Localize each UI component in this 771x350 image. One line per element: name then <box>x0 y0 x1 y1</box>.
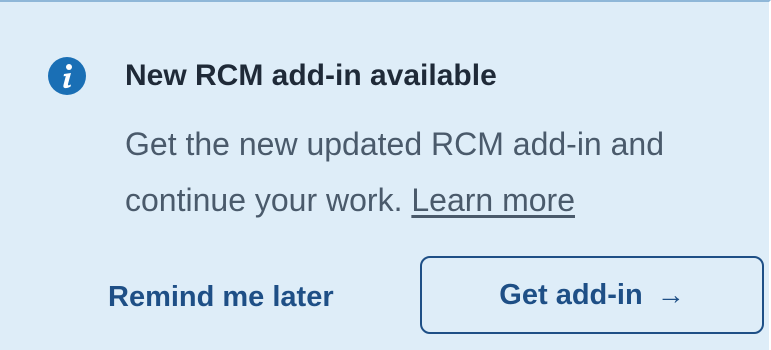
notification-message-text: Get the new updated RCM add-in and conti… <box>125 126 664 218</box>
addin-notification-banner: New RCM add-in available Get the new upd… <box>0 0 771 350</box>
info-icon <box>48 57 86 95</box>
notification-title: New RCM add-in available <box>125 59 497 92</box>
get-addin-label: Get add-in <box>499 278 643 311</box>
get-addin-button[interactable]: Get add-in → <box>420 256 764 334</box>
arrow-right-icon: → <box>656 279 685 310</box>
notification-message: Get the new updated RCM add-in and conti… <box>125 116 745 228</box>
learn-more-link[interactable]: Learn more <box>411 182 575 218</box>
remind-me-later-button[interactable]: Remind me later <box>96 272 346 322</box>
